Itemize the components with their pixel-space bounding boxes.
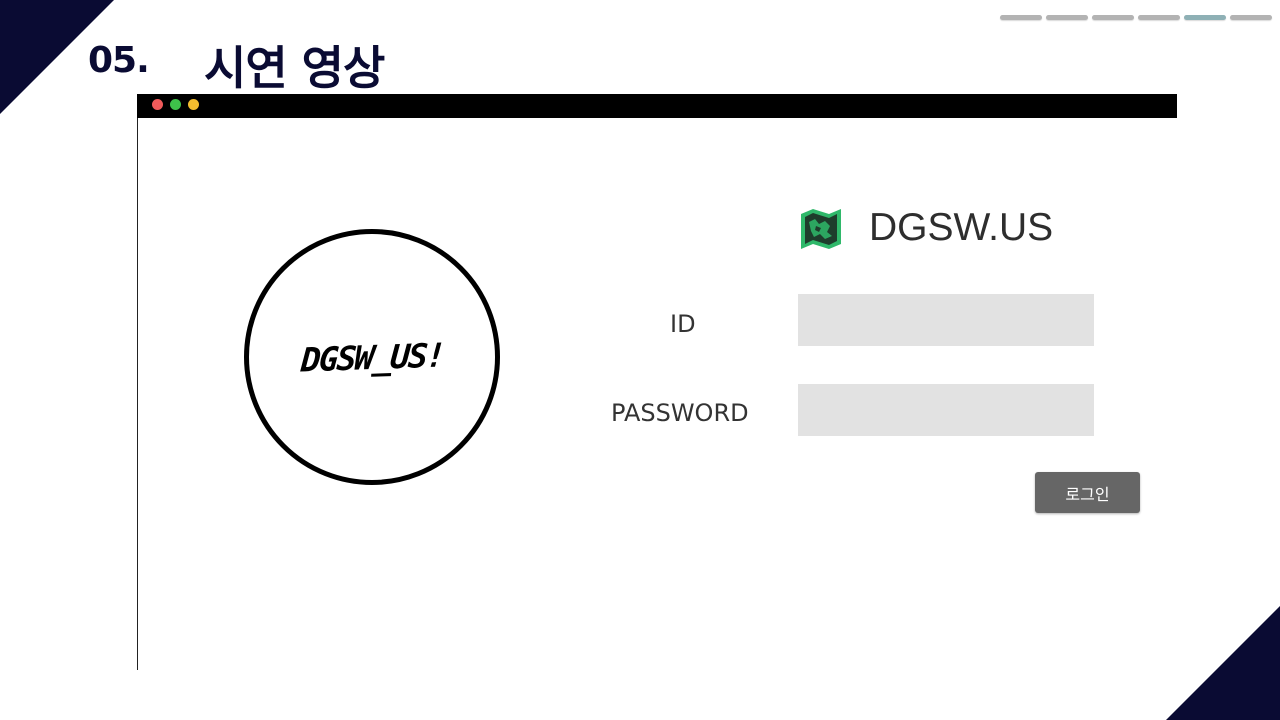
minimize-window-dot[interactable] <box>188 99 199 110</box>
login-button[interactable]: 로그인 <box>1035 472 1140 513</box>
progress-segment <box>1000 15 1042 20</box>
map-icon <box>801 209 841 249</box>
window-border <box>137 118 138 670</box>
progress-segment-active <box>1184 15 1226 20</box>
window-title-bar <box>137 94 1177 118</box>
logo-text: DGSW_US! <box>299 334 445 380</box>
maximize-window-dot[interactable] <box>170 99 181 110</box>
progress-segment <box>1092 15 1134 20</box>
slide-title: 시연 영상 <box>204 41 385 95</box>
brand-header: DGSW.US <box>799 206 1053 250</box>
password-label: PASSWORD <box>611 399 749 427</box>
slide-number: 05. <box>88 40 150 81</box>
progress-segment <box>1046 15 1088 20</box>
app-logo: DGSW_US! <box>244 229 500 485</box>
close-window-dot[interactable] <box>152 99 163 110</box>
id-input[interactable] <box>798 294 1094 346</box>
brand-name: DGSW.US <box>869 206 1054 249</box>
password-input[interactable] <box>798 384 1094 436</box>
slide-progress-indicator <box>1000 15 1272 20</box>
corner-decoration-bottom-right <box>1166 606 1280 720</box>
progress-segment <box>1230 15 1272 20</box>
id-label: ID <box>670 310 696 338</box>
progress-segment <box>1138 15 1180 20</box>
browser-window: DGSW_US! DGSW.US ID PASSWORD 로그인 <box>137 94 1177 670</box>
